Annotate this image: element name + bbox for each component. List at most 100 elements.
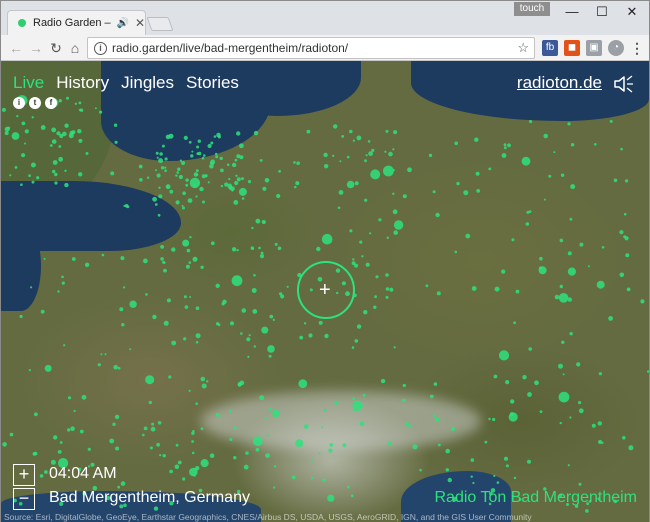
station-dot[interactable] xyxy=(160,245,165,249)
station-dot[interactable] xyxy=(476,189,481,193)
nav-jingles[interactable]: Jingles xyxy=(121,73,174,93)
station-dot[interactable] xyxy=(64,169,67,172)
station-dot[interactable] xyxy=(433,382,438,386)
station-dot[interactable] xyxy=(465,233,471,239)
station-dot[interactable] xyxy=(182,239,190,247)
station-dot[interactable] xyxy=(196,145,200,149)
station-dot[interactable] xyxy=(163,320,169,326)
station-dot[interactable] xyxy=(169,469,173,474)
station-dot[interactable] xyxy=(241,177,244,181)
station-dot[interactable] xyxy=(200,427,204,431)
station-dot[interactable] xyxy=(384,150,387,153)
station-dot[interactable] xyxy=(123,286,126,289)
station-dot[interactable] xyxy=(470,458,475,462)
station-dot[interactable] xyxy=(594,143,597,146)
station-dot[interactable] xyxy=(507,143,511,148)
station-dot[interactable] xyxy=(623,235,627,239)
station-dot[interactable] xyxy=(146,176,150,179)
close-window-button[interactable]: ✕ xyxy=(617,3,647,21)
station-dot[interactable] xyxy=(323,408,327,412)
station-dot[interactable] xyxy=(219,156,223,161)
back-button[interactable]: ← xyxy=(6,38,26,58)
station-dot[interactable] xyxy=(233,456,237,460)
station-dot[interactable] xyxy=(474,137,479,142)
station-dot[interactable] xyxy=(191,150,194,153)
tab-close-icon[interactable]: ✕ xyxy=(135,16,145,30)
station-dot[interactable] xyxy=(268,354,272,358)
station-dot[interactable] xyxy=(229,438,233,441)
station-dot[interactable] xyxy=(239,143,244,149)
station-dot[interactable] xyxy=(261,326,269,334)
station-dot[interactable] xyxy=(78,138,83,143)
station-dot[interactable] xyxy=(559,421,562,425)
station-dot[interactable] xyxy=(129,300,137,308)
station-dot[interactable] xyxy=(276,193,281,199)
station-dot[interactable] xyxy=(375,275,379,279)
station-dot[interactable] xyxy=(150,426,156,432)
station-dot[interactable] xyxy=(503,143,507,146)
station-dot[interactable] xyxy=(597,421,602,426)
station-dot[interactable] xyxy=(61,281,65,285)
station-dot[interactable] xyxy=(115,446,120,451)
station-dot[interactable] xyxy=(267,345,275,353)
station-dot[interactable] xyxy=(385,129,389,133)
station-dot[interactable] xyxy=(77,129,82,134)
station-dot[interactable] xyxy=(14,166,18,169)
station-dot[interactable] xyxy=(539,256,543,261)
station-dot[interactable] xyxy=(21,121,26,126)
station-dot[interactable] xyxy=(647,370,649,373)
station-dot[interactable] xyxy=(119,307,124,312)
station-dot[interactable] xyxy=(233,426,237,430)
station-dot[interactable] xyxy=(142,433,145,437)
station-dot[interactable] xyxy=(291,475,296,480)
station-dot[interactable] xyxy=(186,248,191,253)
station-dot[interactable] xyxy=(259,254,265,259)
station-dot[interactable] xyxy=(463,190,469,196)
station-dot[interactable] xyxy=(349,229,353,233)
station-dot[interactable] xyxy=(569,217,573,221)
station-dot[interactable] xyxy=(239,380,245,386)
station-dot[interactable] xyxy=(501,153,507,158)
station-dot[interactable] xyxy=(295,181,300,186)
station-dot[interactable] xyxy=(31,116,34,119)
station-dot[interactable] xyxy=(294,185,297,189)
station-dot[interactable] xyxy=(640,299,645,304)
station-dot[interactable] xyxy=(286,285,289,288)
station-dot[interactable] xyxy=(154,203,158,206)
station-dot[interactable] xyxy=(156,442,161,447)
station-dot[interactable] xyxy=(553,151,556,154)
station-dot[interactable] xyxy=(120,256,125,261)
info-icon[interactable]: i xyxy=(13,97,25,109)
station-dot[interactable] xyxy=(193,474,196,477)
station-dot[interactable] xyxy=(189,296,192,298)
station-dot[interactable] xyxy=(52,160,58,165)
station-dot[interactable] xyxy=(148,400,152,405)
station-dot[interactable] xyxy=(342,443,347,448)
station-dot[interactable] xyxy=(272,318,275,321)
station-dot[interactable] xyxy=(43,257,46,260)
station-dot[interactable] xyxy=(560,173,565,177)
station-dot[interactable] xyxy=(264,177,270,183)
station-dot[interactable] xyxy=(402,398,406,403)
station-dot[interactable] xyxy=(321,426,324,429)
station-dot[interactable] xyxy=(308,333,313,338)
station-dot[interactable] xyxy=(273,465,277,468)
station-dot[interactable] xyxy=(161,144,165,148)
station-dot[interactable] xyxy=(493,374,498,379)
station-dot[interactable] xyxy=(311,460,314,463)
station-dot[interactable] xyxy=(189,177,201,189)
station-dot[interactable] xyxy=(591,423,596,428)
station-dot[interactable] xyxy=(278,169,281,173)
station-dot[interactable] xyxy=(28,174,31,177)
station-dot[interactable] xyxy=(454,141,459,146)
station-dot[interactable] xyxy=(191,440,195,443)
station-dot[interactable] xyxy=(203,154,206,157)
station-dot[interactable] xyxy=(236,131,241,136)
station-dot[interactable] xyxy=(265,453,270,458)
station-dot[interactable] xyxy=(226,163,230,167)
station-dot[interactable] xyxy=(191,431,195,435)
station-dot[interactable] xyxy=(79,429,84,434)
station-dot[interactable] xyxy=(388,151,393,157)
station-dot[interactable] xyxy=(113,365,118,370)
station-dot[interactable] xyxy=(120,481,126,486)
